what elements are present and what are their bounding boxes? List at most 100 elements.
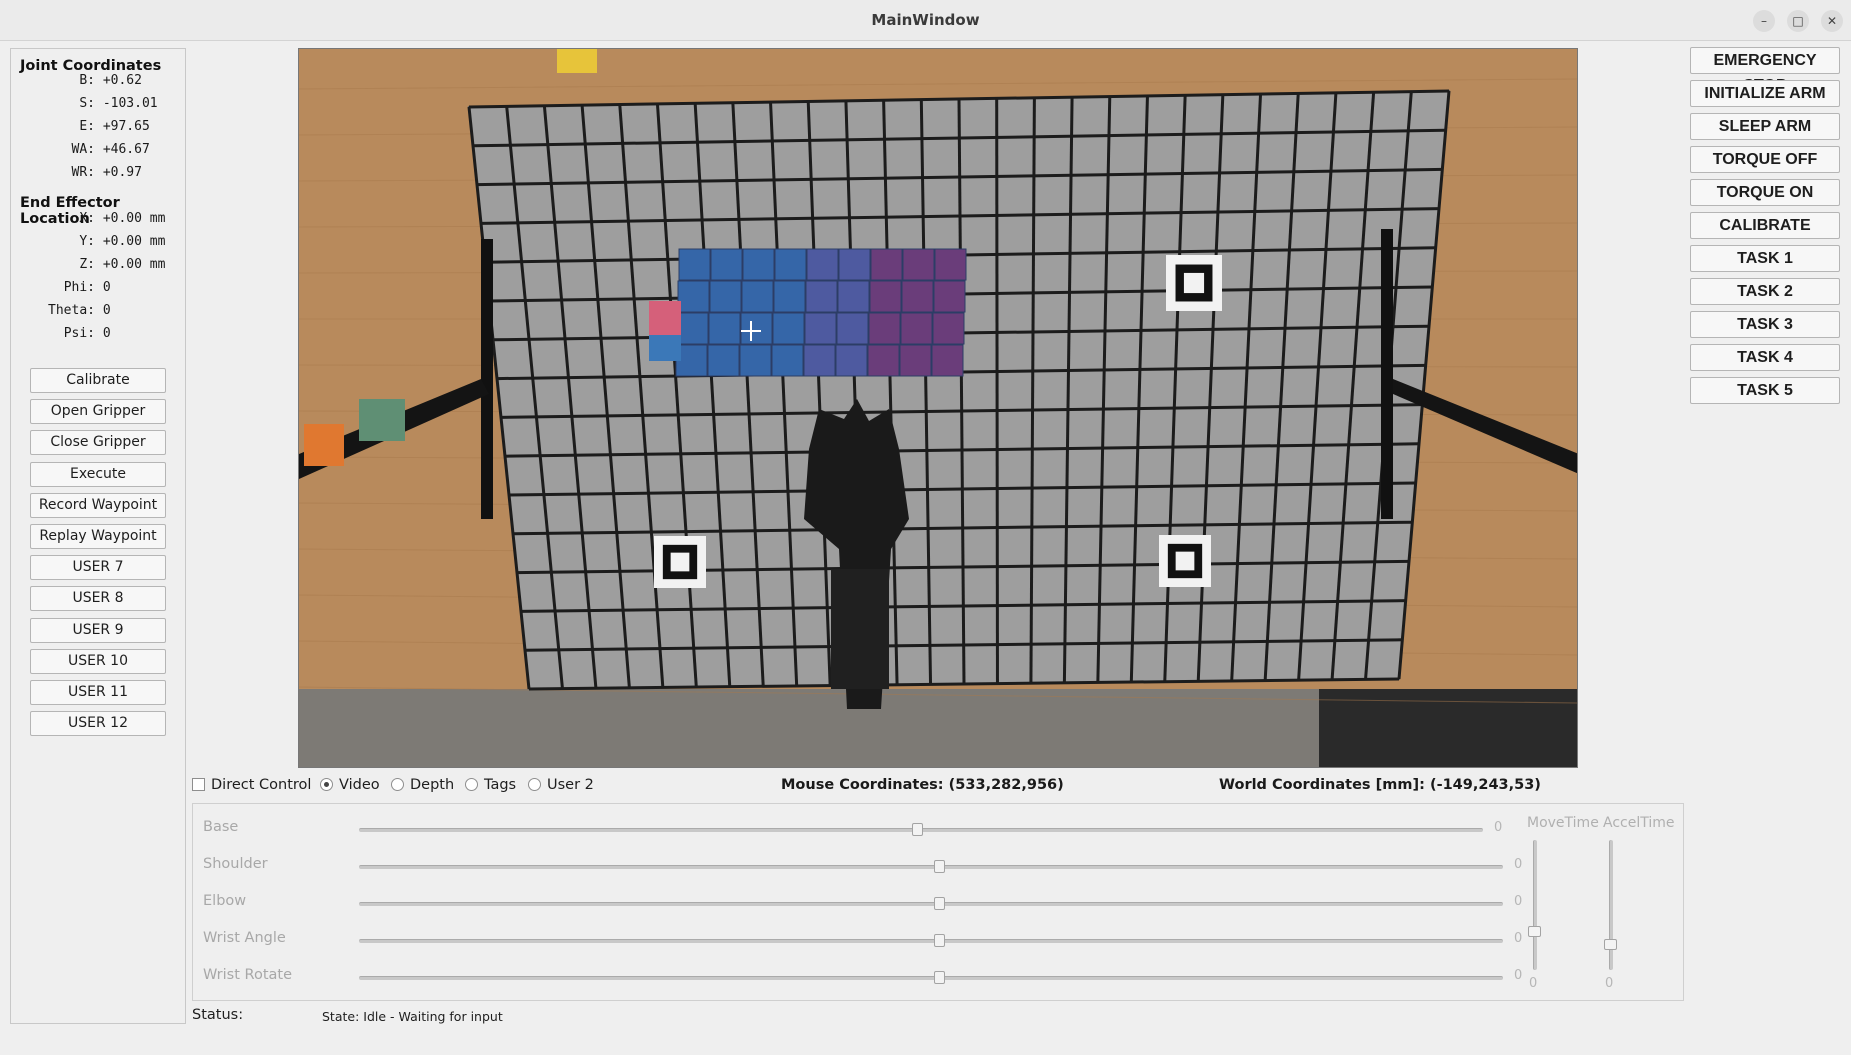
slider-elbow[interactable] (359, 902, 1503, 906)
window-title: MainWindow (871, 11, 980, 29)
joint-label: B: (79, 73, 95, 88)
slider-handle-elbow[interactable] (934, 897, 946, 910)
radio-user-2-label: User 2 (547, 777, 594, 793)
slider-value-base: 0 (1494, 820, 1503, 835)
minimize-icon[interactable]: – (1753, 10, 1775, 32)
joint-value: +97.65 (102, 119, 150, 134)
sleep-arm-button[interactable]: SLEEP ARM (1690, 113, 1840, 140)
color-block (868, 312, 901, 345)
ee-row-psi: Psi: 0 (20, 326, 111, 341)
task-1-button[interactable]: TASK 1 (1690, 245, 1840, 272)
user-11-button[interactable]: USER 11 (30, 680, 166, 705)
close-icon[interactable]: ✕ (1821, 10, 1843, 32)
checkbox-box[interactable] (192, 778, 205, 791)
workspace-scene[interactable] (299, 49, 1578, 768)
torque-off-button[interactable]: TORQUE OFF (1690, 146, 1840, 173)
radio-button[interactable] (465, 778, 478, 791)
apriltag-code (1183, 272, 1205, 294)
user-10-button[interactable]: USER 10 (30, 648, 166, 674)
color-block (867, 344, 900, 377)
world-coordinates-label: World Coordinates [mm]: (1219, 777, 1425, 793)
ee-label: Phi: (63, 280, 95, 295)
radio-button[interactable] (320, 778, 333, 791)
vslider-acceltime[interactable] (1609, 840, 1613, 970)
color-block (804, 312, 837, 345)
maximize-icon[interactable]: □ (1787, 10, 1809, 32)
emergency-stop-button[interactable]: EMERGENCY STOP (1690, 47, 1840, 94)
joint-slider-panel: Base 0 Shoulder 0 Elbow 0 Wrist Angle 0 Wrist Ro… (192, 803, 1684, 1001)
color-block (870, 248, 903, 281)
joint-label: E: (79, 119, 95, 134)
slider-handle-wrist-angle[interactable] (934, 934, 946, 947)
color-block (709, 280, 742, 313)
color-block (742, 248, 775, 281)
vslider-movetime[interactable] (1533, 840, 1537, 970)
radio-depth[interactable]: Depth (391, 777, 454, 793)
world-coordinates-value: (-149,243,53) (1429, 777, 1541, 793)
color-block (739, 344, 772, 377)
color-block (931, 344, 964, 377)
user-9-button[interactable]: USER 9 (30, 617, 166, 643)
slider-wrist-rotate[interactable] (359, 976, 1503, 980)
ee-label: Psi: (63, 326, 95, 341)
slider-wrist-angle[interactable] (359, 939, 1503, 943)
apriltag-code (1175, 551, 1195, 571)
slider-handle-base[interactable] (911, 823, 923, 836)
user-7-button[interactable]: USER 7 (30, 555, 166, 581)
vslider-handle-movetime[interactable] (1528, 926, 1541, 937)
initialize-arm-button[interactable]: INITIALIZE ARM (1690, 80, 1840, 107)
slider-handle-shoulder[interactable] (934, 860, 946, 873)
orange-block (304, 424, 344, 466)
world-coordinates: World Coordinates [mm]: (-149,243,53) (1219, 777, 1541, 793)
torque-on-button[interactable]: TORQUE ON (1690, 179, 1840, 206)
color-block (933, 280, 966, 313)
radio-video[interactable]: Video (320, 777, 380, 793)
radio-button[interactable] (391, 778, 404, 791)
radio-button[interactable] (528, 778, 541, 791)
joint-value: -103.01 (102, 96, 158, 111)
ee-value: +0.00 mm (102, 257, 166, 272)
record-waypoint-button[interactable]: Record Waypoint (30, 492, 166, 518)
task-3-button[interactable]: TASK 3 (1690, 311, 1840, 338)
right-rail (1381, 229, 1393, 519)
radio-tags[interactable]: Tags (465, 777, 516, 793)
close-gripper-button[interactable]: Close Gripper (30, 430, 166, 456)
color-block (932, 312, 965, 345)
slider-value-wrist-angle: 0 (1514, 931, 1523, 946)
calibrate-button[interactable]: CALIBRATE (1690, 212, 1840, 239)
color-block (741, 280, 774, 313)
user-12-button[interactable]: USER 12 (30, 711, 166, 737)
movetime-label: MoveTime (1527, 815, 1599, 831)
joint-label: WR: (71, 165, 95, 180)
user-8-button[interactable]: USER 8 (30, 586, 166, 612)
slider-handle-wrist-rotate[interactable] (934, 971, 946, 984)
ee-label: Z: (79, 257, 95, 272)
joint-row-s: S: -103.01 (20, 96, 158, 111)
color-block (678, 248, 711, 281)
color-block (837, 280, 870, 313)
window-titlebar: MainWindow – □ ✕ (0, 0, 1851, 41)
color-block (773, 280, 806, 313)
color-block (708, 312, 741, 345)
left-info-panel: Joint Coordinates B: +0.62 S: -103.01 E: +… (10, 48, 186, 1024)
task-4-button[interactable]: TASK 4 (1690, 344, 1840, 371)
radio-user-2[interactable]: User 2 (528, 777, 594, 793)
robot-base (831, 569, 889, 689)
task-2-button[interactable]: TASK 2 (1690, 278, 1840, 305)
camera-video-feed[interactable] (298, 48, 1578, 768)
vslider-handle-acceltime[interactable] (1604, 939, 1617, 950)
direct-control-checkbox[interactable]: Direct Control (192, 777, 311, 793)
replay-waypoint-button[interactable]: Replay Waypoint (30, 524, 166, 549)
joint-label: S: (79, 96, 95, 111)
color-block (934, 248, 967, 281)
slider-label-wrist-rotate: Wrist Rotate (203, 967, 292, 983)
mouse-coordinates-label: Mouse Coordinates: (781, 777, 944, 793)
color-block (677, 280, 710, 313)
slider-label-wrist-angle: Wrist Angle (203, 930, 286, 946)
open-gripper-button[interactable]: Open Gripper (30, 399, 166, 425)
ee-row-x: X: +0.00 mm (20, 211, 165, 226)
calibrate-button[interactable]: Calibrate (30, 368, 166, 393)
slider-shoulder[interactable] (359, 865, 1503, 869)
execute-button[interactable]: Execute (30, 461, 166, 487)
task-5-button[interactable]: TASK 5 (1690, 377, 1840, 404)
